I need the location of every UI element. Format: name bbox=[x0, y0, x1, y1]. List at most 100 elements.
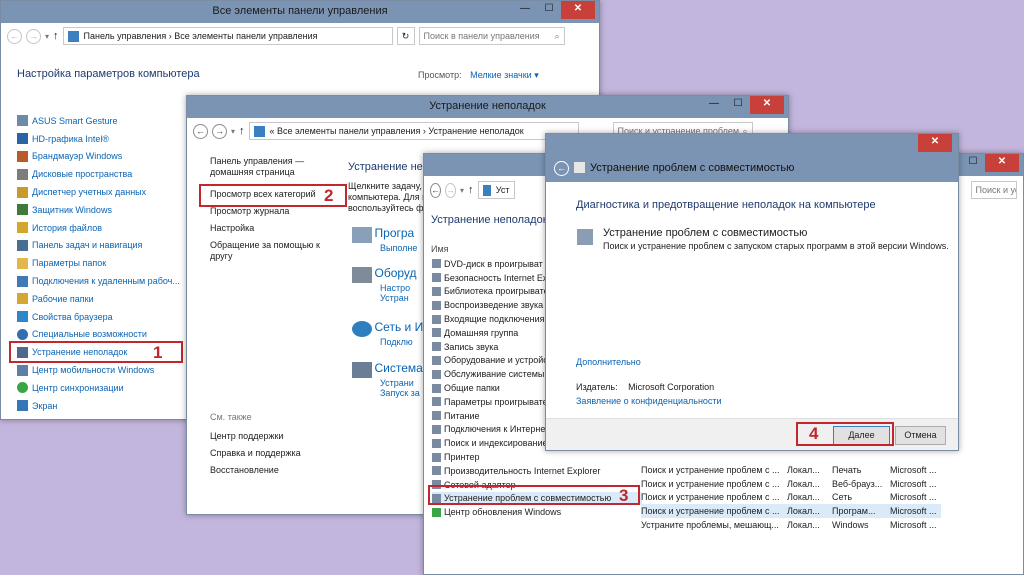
system-icon bbox=[352, 361, 372, 378]
cp-item-credentials[interactable]: Диспетчер учетных данных bbox=[17, 183, 187, 201]
folder-icon bbox=[17, 257, 28, 269]
network-icon bbox=[352, 320, 372, 337]
cp-item-asus[interactable]: ASUS Smart Gesture bbox=[17, 112, 187, 130]
troubleshooter-icon bbox=[432, 273, 441, 283]
see-also-recovery[interactable]: Восстановление bbox=[210, 465, 325, 476]
cp-item-work-folders[interactable]: Рабочие папки bbox=[17, 290, 187, 308]
publisher-value: Microsoft Corporation bbox=[628, 382, 715, 392]
step-number-4: 4 bbox=[809, 424, 819, 443]
table-row[interactable]: Устраните проблемы, мешающ... Локал... Win… bbox=[641, 518, 941, 532]
intel-icon bbox=[17, 133, 28, 145]
troubleshooter-icon bbox=[432, 300, 441, 310]
minimize-button[interactable]: — bbox=[702, 96, 726, 114]
maximize-button[interactable]: ☐ bbox=[537, 1, 561, 19]
see-also-action-center[interactable]: Центр поддержки bbox=[210, 431, 325, 442]
troubleshooter-icon bbox=[432, 424, 441, 434]
chevron-down-icon[interactable]: ▾ bbox=[460, 186, 464, 195]
see-also-label: См. также bbox=[210, 412, 252, 422]
close-button[interactable]: ✕ bbox=[750, 96, 784, 114]
back-button[interactable]: ← bbox=[430, 182, 441, 198]
compatibility-dialog: ✕ ← Устранение проблем с совместимостью … bbox=[545, 133, 959, 451]
privacy-link[interactable]: Заявление о конфиденциальности bbox=[576, 396, 722, 406]
close-button[interactable]: ✕ bbox=[918, 134, 952, 152]
close-button[interactable]: ✕ bbox=[561, 1, 595, 19]
main-heading: Устранение не bbox=[348, 161, 423, 173]
gesture-icon bbox=[17, 115, 28, 127]
cancel-button[interactable]: Отмена bbox=[895, 426, 946, 445]
control-panel-icon bbox=[253, 125, 265, 137]
control-panel-icon bbox=[67, 30, 79, 42]
maximize-button[interactable]: ☐ bbox=[726, 96, 750, 114]
troubleshooter-icon bbox=[432, 452, 441, 462]
sidebar-link-history[interactable]: Просмотр журнала bbox=[210, 206, 325, 217]
troubleshooter-icon bbox=[432, 369, 441, 379]
close-button[interactable]: ✕ bbox=[985, 154, 1019, 172]
forward-button[interactable]: → bbox=[26, 28, 41, 44]
cp-item-storage-spaces[interactable]: Дисковые пространства bbox=[17, 165, 187, 183]
list-item[interactable]: Производительность Internet Explorer bbox=[432, 464, 642, 478]
refresh-button[interactable]: ↻ bbox=[396, 27, 415, 45]
item-title: Устранение проблем с совместимостью bbox=[603, 227, 808, 239]
see-also-help[interactable]: Справка и поддержка bbox=[210, 448, 325, 459]
advanced-link[interactable]: Дополнительно bbox=[576, 357, 641, 367]
sidebar-link-help-friend[interactable]: Обращение за помощью к другу bbox=[210, 240, 325, 262]
table-row[interactable]: Поиск и устранение проблем с ... Локал...… bbox=[641, 491, 941, 505]
cp-item-sync-center[interactable]: Центр синхронизации bbox=[17, 379, 187, 397]
troubleshooter-icon bbox=[432, 355, 441, 365]
sidebar-link-home[interactable]: Панель управления — домашняя страница bbox=[210, 156, 325, 178]
column-header-name[interactable]: Имя bbox=[431, 244, 449, 254]
window-title: Устранение неполадок bbox=[429, 100, 546, 112]
back-button[interactable]: ← bbox=[7, 28, 22, 44]
credentials-icon bbox=[17, 186, 28, 198]
troubleshooter-icon bbox=[432, 466, 441, 476]
search-input[interactable]: Поиск в панели управления ⌕ bbox=[418, 27, 565, 45]
monitor-icon bbox=[17, 400, 28, 412]
search-input[interactable]: Поиск и устранение проблем bbox=[970, 181, 1017, 199]
cp-item-folder-options[interactable]: Параметры папок bbox=[17, 254, 187, 272]
address-bar[interactable]: Панель управления › Все элементы панели … bbox=[62, 27, 393, 45]
up-button[interactable]: ↑ bbox=[239, 125, 245, 137]
cp-item-file-history[interactable]: История файлов bbox=[17, 219, 187, 237]
forward-button[interactable]: → bbox=[445, 182, 456, 198]
cp-item-display[interactable]: Экран bbox=[17, 397, 187, 415]
back-button[interactable]: ← bbox=[193, 123, 208, 139]
up-button[interactable]: ↑ bbox=[468, 184, 474, 196]
up-button[interactable]: ↑ bbox=[53, 30, 59, 42]
category-system[interactable]: Система Устрани Запуск за bbox=[352, 361, 423, 398]
category-programs[interactable]: Програ Выполне bbox=[352, 226, 417, 253]
address-bar[interactable]: « Все элементы панели управления › Устра… bbox=[248, 122, 579, 140]
highlight-marker-3 bbox=[428, 485, 640, 505]
table-row[interactable]: Поиск и устранение проблем с ... Локал...… bbox=[641, 463, 941, 477]
sync-icon bbox=[17, 382, 28, 394]
cp-item-intel[interactable]: HD-графика Intel® bbox=[17, 130, 187, 148]
chevron-down-icon[interactable]: ▾ bbox=[45, 32, 49, 41]
table-row[interactable]: Поиск и устранение проблем с ... Локал...… bbox=[641, 504, 941, 519]
cp-item-taskbar[interactable]: Панель задач и навигация bbox=[17, 237, 187, 255]
forward-button[interactable]: → bbox=[212, 123, 227, 139]
category-hardware[interactable]: Оборуд Настро Устран bbox=[352, 266, 417, 303]
minimize-button[interactable]: — bbox=[513, 1, 537, 19]
cp-item-defender[interactable]: Защитник Windows bbox=[17, 201, 187, 219]
troubleshooter-icon bbox=[432, 383, 441, 393]
cp-item-mobility[interactable]: Центр мобильности Windows bbox=[17, 361, 187, 379]
table-row[interactable]: Поиск и устранение проблем с ... Локал...… bbox=[641, 477, 941, 491]
cp-item-internet-options[interactable]: Свойства браузера bbox=[17, 308, 187, 326]
cp-item-firewall[interactable]: Брандмауэр Windows bbox=[17, 148, 187, 166]
back-button[interactable]: ← bbox=[554, 161, 569, 176]
troubleshooter-icon bbox=[432, 342, 441, 352]
title-bar: Все элементы панели управления — ☐ ✕ bbox=[1, 1, 599, 23]
chevron-down-icon[interactable]: ▾ bbox=[231, 127, 235, 136]
list-item[interactable]: Центр обновления Windows bbox=[432, 505, 642, 519]
control-panel-icon bbox=[482, 184, 491, 196]
cp-item-remote-connections[interactable]: Подключения к удаленным рабоч... bbox=[17, 272, 187, 290]
remote-icon bbox=[17, 275, 28, 287]
address-bar[interactable]: Уст bbox=[477, 181, 515, 199]
window-title: Все элементы панели управления bbox=[212, 5, 388, 17]
category-network[interactable]: Сеть и И Подклю bbox=[352, 320, 423, 347]
maximize-button[interactable]: ☐ bbox=[961, 154, 985, 172]
list-item[interactable]: Принтер bbox=[432, 450, 642, 464]
accessibility-icon bbox=[17, 328, 28, 340]
sidebar-link-settings[interactable]: Настройка bbox=[210, 223, 325, 234]
view-selector[interactable]: Мелкие значки ▾ bbox=[470, 70, 539, 80]
dialog-title: Устранение проблем с совместимостью bbox=[590, 162, 795, 174]
